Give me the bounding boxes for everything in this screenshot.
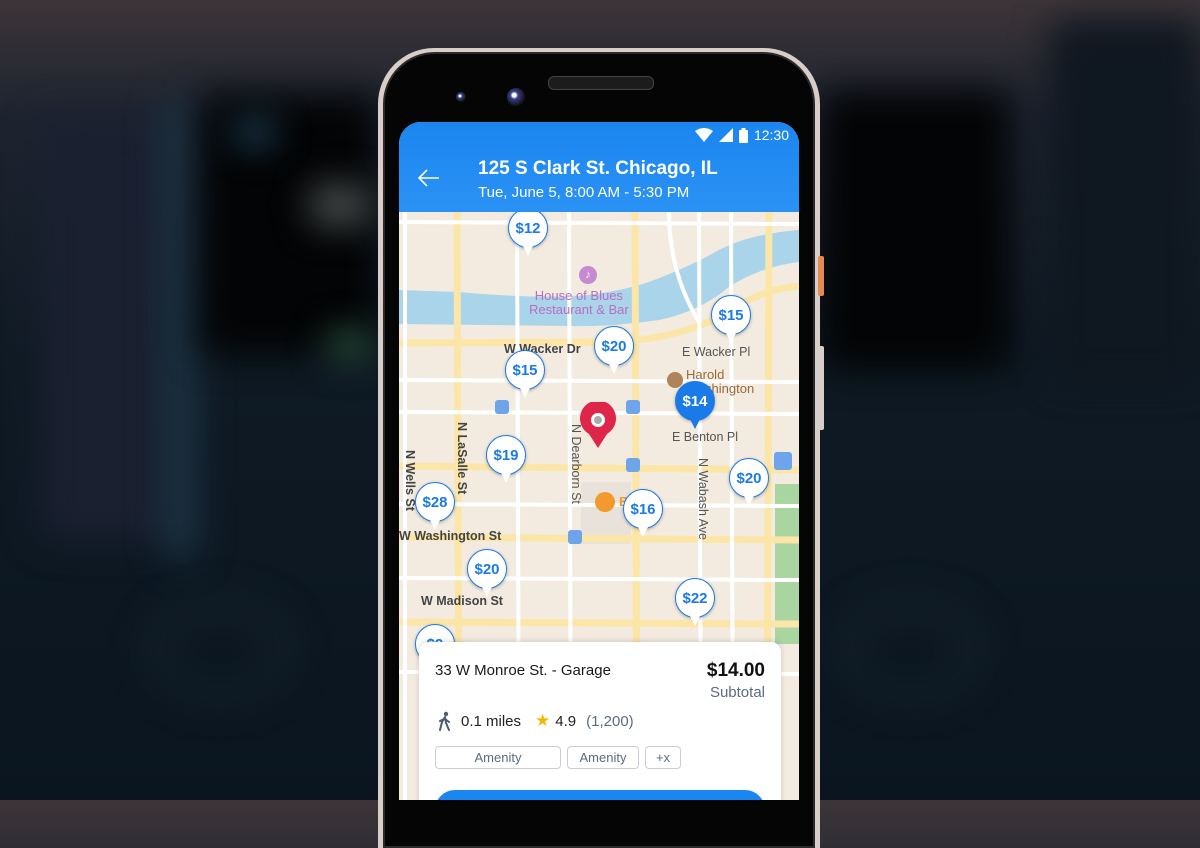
price-caption: Subtotal: [709, 684, 765, 701]
background-panel: [165, 100, 195, 560]
amenity-chip[interactable]: Amenity: [435, 746, 561, 769]
price-value: $14.00: [706, 660, 765, 681]
star-icon: ★: [535, 711, 551, 730]
battery-icon: [738, 127, 748, 143]
street-label: E Benton Pl: [672, 430, 739, 444]
walking-distance: 0.1 miles: [461, 712, 522, 730]
page-subtitle: Tue, June 5, 8:00 AM - 5:30 PM: [478, 184, 690, 201]
app-header: 12:30 125 S Clark St. Chicago, IL Tue, J…: [399, 122, 799, 212]
status-bar: 12:30: [694, 127, 789, 143]
price-pin-selected[interactable]: $14: [675, 381, 715, 429]
transit-icon: [568, 530, 582, 544]
reserve-button[interactable]: [435, 790, 765, 800]
street-label: W Washington St: [399, 529, 502, 543]
amenity-list: Amenity Amenity +x: [435, 746, 681, 769]
front-sensor: [456, 92, 466, 102]
rating-value: 4.9: [555, 712, 577, 730]
price-pin[interactable]: $16: [623, 489, 663, 537]
card-meta: 0.1 miles ★ 4.9 (1,200): [437, 711, 634, 731]
background-screen: [200, 95, 380, 355]
street: [399, 576, 799, 582]
volume-button: [818, 346, 824, 430]
background-knob: [840, 600, 980, 700]
street: [399, 220, 799, 226]
location-pin-icon: [580, 402, 616, 448]
garage-name: 33 W Monroe St. - Garage: [435, 662, 611, 679]
price-pin[interactable]: $28: [415, 482, 455, 530]
street-label: N Wabash Ave: [696, 458, 710, 540]
street-label: N LaSalle St: [455, 422, 469, 495]
price-pin[interactable]: $22: [675, 578, 715, 626]
street-label: E Wacker Pl: [682, 345, 751, 359]
poi-music-icon: ♪: [579, 266, 597, 284]
background-dot: [325, 330, 375, 360]
background-panel: [40, 120, 170, 540]
poi-house-of-blues[interactable]: House of Blues Restaurant & Bar: [529, 289, 629, 317]
power-button: [818, 256, 824, 296]
poi-label: Harold: [686, 367, 725, 382]
poi-shopping-icon: [595, 492, 615, 512]
price-pin[interactable]: $20: [729, 458, 769, 506]
signal-icon: [718, 128, 733, 142]
price-pin[interactable]: $20: [594, 326, 634, 374]
transit-icon: [495, 400, 509, 414]
price-pin[interactable]: $12: [508, 208, 548, 256]
amenity-chip[interactable]: Amenity: [567, 746, 639, 769]
back-button[interactable]: [417, 166, 441, 192]
price-pin[interactable]: $20: [467, 549, 507, 597]
background-dot: [310, 185, 370, 225]
park: [775, 484, 799, 644]
price-pin[interactable]: $15: [505, 350, 545, 398]
transit-icon: [626, 400, 640, 414]
poi-label: House of Blues: [534, 288, 623, 303]
more-amenities-chip[interactable]: +x: [645, 746, 681, 769]
arrow-left-icon: [417, 169, 439, 187]
background-dot: [235, 120, 275, 145]
transit-icon: [626, 458, 640, 472]
review-count: (1,200): [586, 712, 634, 730]
train-icon: [774, 452, 792, 470]
status-time: 12:30: [753, 127, 789, 143]
front-camera-icon: [507, 88, 525, 106]
walking-icon: [439, 711, 450, 731]
background-panel: [1050, 20, 1200, 380]
wifi-icon: [694, 128, 713, 142]
background-knob: [150, 600, 290, 700]
background-screen: [820, 90, 1010, 370]
price-pin[interactable]: $19: [486, 435, 526, 483]
price-pin[interactable]: $15: [711, 295, 751, 343]
page-title: 125 S Clark St. Chicago, IL: [478, 158, 718, 179]
parking-details-card[interactable]: 33 W Monroe St. - Garage $14.00 Subtotal…: [419, 642, 781, 800]
poi-label: Restaurant & Bar: [529, 302, 629, 317]
phone-screen: 12:30 125 S Clark St. Chicago, IL Tue, J…: [399, 122, 799, 800]
earpiece-speaker: [548, 76, 654, 90]
